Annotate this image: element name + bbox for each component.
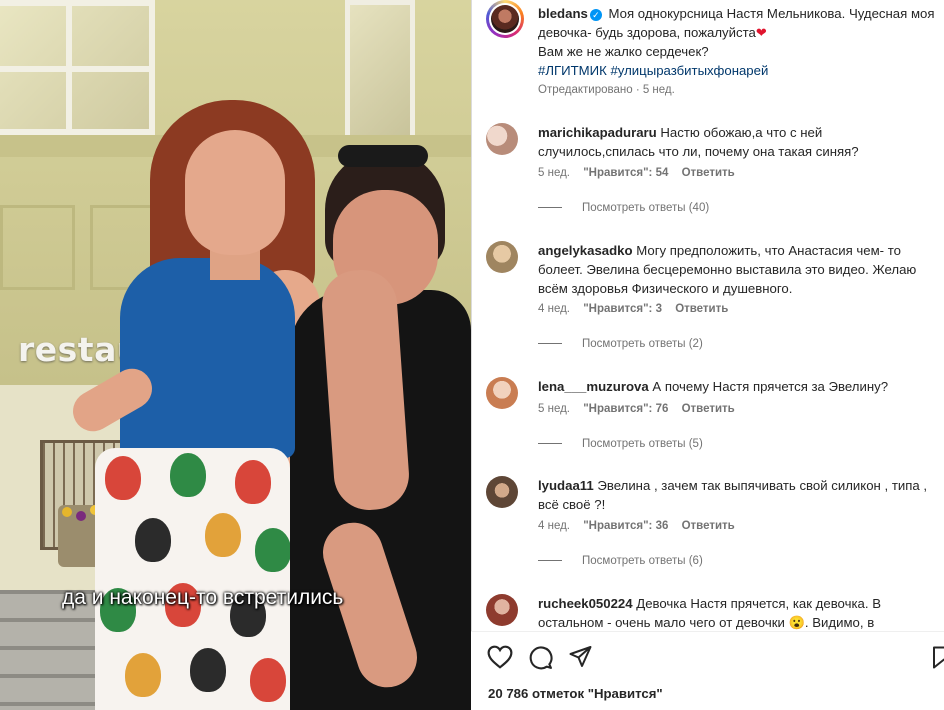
reply-button[interactable]: Ответить — [682, 167, 735, 179]
comment-time: 4 нед. — [538, 520, 570, 532]
view-replies[interactable]: Посмотреть ответы (40) — [538, 202, 709, 214]
likes-count[interactable]: 20 786 отметок "Нравится" — [488, 686, 663, 701]
verified-badge-icon: ✓ — [589, 9, 602, 21]
comment-text: lena___muzurova А почему Настя прячется … — [538, 377, 930, 396]
view-replies-label[interactable]: Посмотреть ответы (40) — [582, 202, 709, 214]
comment-meta: 5 нед. "Нравится": 54 Ответить — [538, 167, 745, 179]
reply-button[interactable]: Ответить — [675, 303, 728, 315]
view-replies-label[interactable]: Посмотреть ответы (2) — [582, 338, 703, 350]
avatar-icon — [491, 5, 519, 33]
post-edited-time: Отредактировано · 5 нед. — [538, 84, 675, 96]
comment-likes[interactable]: "Нравится": 36 — [583, 520, 668, 532]
reply-button[interactable]: Ответить — [682, 520, 735, 532]
bookmark-icon[interactable] — [932, 645, 944, 670]
comment-text: angelykasadko Могу предположить, что Ана… — [538, 241, 930, 298]
view-replies-label[interactable]: Посмотреть ответы (6) — [582, 555, 703, 567]
share-icon[interactable] — [568, 645, 593, 669]
person-left-skirt — [95, 448, 290, 710]
comment-likes[interactable]: "Нравится": 76 — [583, 403, 668, 415]
view-replies[interactable]: Посмотреть ответы (6) — [538, 555, 703, 567]
comment-meta: 5 нед. "Нравится": 76 Ответить — [538, 403, 745, 415]
view-replies[interactable]: Посмотреть ответы (5) — [538, 438, 703, 450]
comment-text: rucheek050224 Девочка Настя прячется, ка… — [538, 594, 930, 631]
view-replies[interactable]: Посмотреть ответы (2) — [538, 338, 703, 350]
comment-time: 5 нед. — [538, 403, 570, 415]
view-replies-label[interactable]: Посмотреть ответы (5) — [582, 438, 703, 450]
comment-text: lyudaa11 Эвелина , зачем так выпячивать … — [538, 476, 930, 514]
comment-username[interactable]: lyudaa11 — [538, 478, 594, 493]
post-media[interactable]: restaur да и наконец-то встретились — [0, 0, 471, 710]
comment: rucheek050224 Девочка Настя прячется, ка… — [486, 594, 936, 631]
red-heart-emoji-icon: ❤ — [755, 25, 767, 40]
window-right — [345, 0, 415, 150]
heart-outline-icon[interactable] — [487, 645, 513, 669]
comment-avatar[interactable] — [486, 123, 518, 155]
comment-username[interactable]: rucheek050224 — [538, 596, 633, 611]
comment-username[interactable]: angelykasadko — [538, 243, 633, 258]
video-subtitle: да и наконец-то встретились — [62, 586, 344, 609]
comment-avatar[interactable] — [486, 594, 518, 626]
comment-avatar[interactable] — [486, 377, 518, 409]
comment-time: 4 нед. — [538, 303, 570, 315]
comment-text: marichikapaduraru Настю обожаю,а что с н… — [538, 123, 930, 161]
comment-body: А почему Настя прячется за Эвелину? — [652, 379, 889, 394]
comment-icon[interactable] — [528, 645, 553, 670]
comment-time: 5 нед. — [538, 167, 570, 179]
comment-avatar[interactable] — [486, 476, 518, 508]
comment-username[interactable]: lena___muzurova — [538, 379, 649, 394]
panel-divider — [471, 0, 472, 710]
comment-username[interactable]: marichikapaduraru — [538, 125, 657, 140]
post-caption: bledans ✓ Моя однокурсница Настя Мельнико… — [538, 4, 936, 80]
comment-meta: 4 нед. "Нравится": 36 Ответить — [538, 520, 745, 532]
comment-body: Эвелина , зачем так выпячивать свой сили… — [538, 478, 928, 512]
person-left-face — [185, 130, 285, 255]
author-username[interactable]: bledans — [538, 6, 588, 21]
wall-panel — [0, 205, 75, 290]
comment-avatar[interactable] — [486, 241, 518, 273]
comment-likes[interactable]: "Нравится": 54 — [583, 167, 668, 179]
comment-likes[interactable]: "Нравится": 3 — [583, 303, 662, 315]
window-left — [0, 0, 155, 135]
reply-button[interactable]: Ответить — [682, 403, 735, 415]
sunglasses — [338, 145, 428, 167]
caption-hashtags[interactable]: #ЛГИТМИК #улицыразбитыхфонарей — [538, 63, 768, 78]
comment-meta: 4 нед. "Нравится": 3 Ответить — [538, 303, 738, 315]
person-left-top — [120, 258, 295, 458]
author-avatar[interactable] — [486, 0, 524, 38]
caption-text-2: Вам же не жалко сердечек? — [538, 44, 709, 59]
